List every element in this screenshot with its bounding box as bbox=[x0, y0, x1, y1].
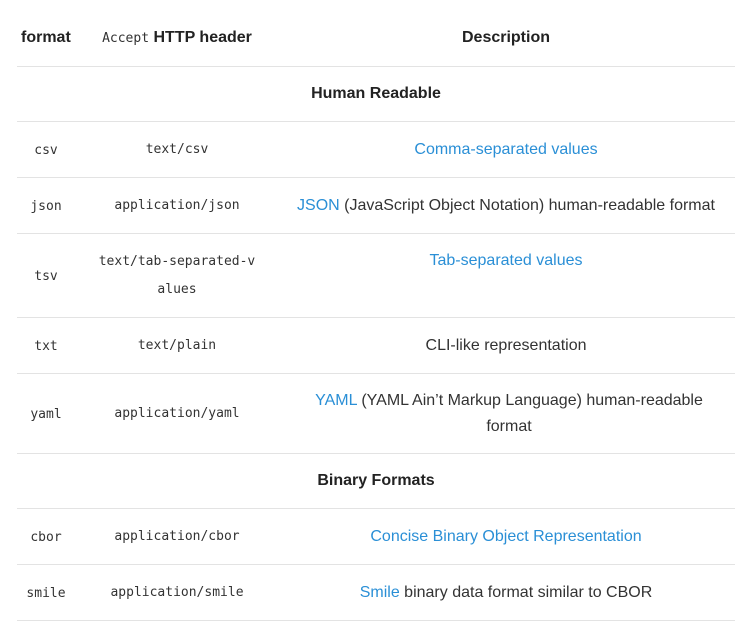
format-code: yaml bbox=[30, 406, 62, 422]
section-title: Human Readable bbox=[17, 66, 735, 122]
table-row-csv: csv text/csv Comma-separated values bbox=[17, 121, 735, 178]
description-link[interactable]: Smile bbox=[360, 584, 400, 601]
table-row-tsv: tsv text/tab-separated-values Tab-separa… bbox=[17, 233, 735, 318]
format-code: smile bbox=[26, 585, 66, 601]
description-text: binary data format similar to CBOR bbox=[399, 583, 653, 601]
description-link[interactable]: Comma-separated values bbox=[414, 141, 597, 158]
accept-header-label: HTTP header bbox=[153, 29, 252, 46]
description-text: (YAML Ain’t Markup Language) human-reada… bbox=[356, 391, 703, 435]
accept-value: application/yaml bbox=[114, 406, 240, 421]
table-row-smile: smile application/smile Smile binary dat… bbox=[17, 564, 735, 621]
column-header-accept: Accept HTTP header bbox=[77, 10, 277, 67]
section-row-binary-formats: Binary Formats bbox=[17, 453, 735, 509]
description-link[interactable]: YAML bbox=[315, 392, 357, 409]
format-code: txt bbox=[34, 338, 58, 354]
table-row-json: json application/json JSON (JavaScript O… bbox=[17, 177, 735, 234]
table-header-row: format Accept HTTP header Description bbox=[17, 10, 735, 67]
section-title: Binary Formats bbox=[17, 453, 735, 509]
formats-table: format Accept HTTP header Description Hu… bbox=[17, 10, 735, 621]
accept-code: Accept bbox=[102, 31, 150, 46]
description-link[interactable]: Tab-separated values bbox=[430, 252, 583, 269]
description-text: (JavaScript Object Notation) human-reada… bbox=[339, 196, 715, 214]
column-header-format: format bbox=[17, 10, 77, 67]
format-code: cbor bbox=[30, 529, 62, 545]
format-code: csv bbox=[34, 142, 58, 158]
accept-value: application/smile bbox=[110, 585, 244, 600]
accept-value: text/tab-separated-values bbox=[98, 253, 256, 297]
description-link[interactable]: Concise Binary Object Representation bbox=[370, 528, 641, 545]
description-link[interactable]: JSON bbox=[297, 197, 340, 214]
table-row-cbor: cbor application/cbor Concise Binary Obj… bbox=[17, 508, 735, 565]
formats-table-container: format Accept HTTP header Description Hu… bbox=[17, 10, 735, 621]
table-row-txt: txt text/plain CLI-like representation bbox=[17, 317, 735, 374]
accept-value: application/json bbox=[114, 198, 240, 213]
column-header-description: Description bbox=[277, 10, 735, 67]
accept-value: application/cbor bbox=[114, 529, 240, 544]
accept-value: text/csv bbox=[145, 142, 209, 157]
section-row-human-readable: Human Readable bbox=[17, 66, 735, 122]
table-row-yaml: yaml application/yaml YAML (YAML Ain’t M… bbox=[17, 373, 735, 454]
description-text: CLI-like representation bbox=[425, 336, 587, 354]
format-code: tsv bbox=[34, 268, 58, 284]
format-code: json bbox=[30, 198, 62, 214]
accept-value: text/plain bbox=[137, 338, 217, 353]
